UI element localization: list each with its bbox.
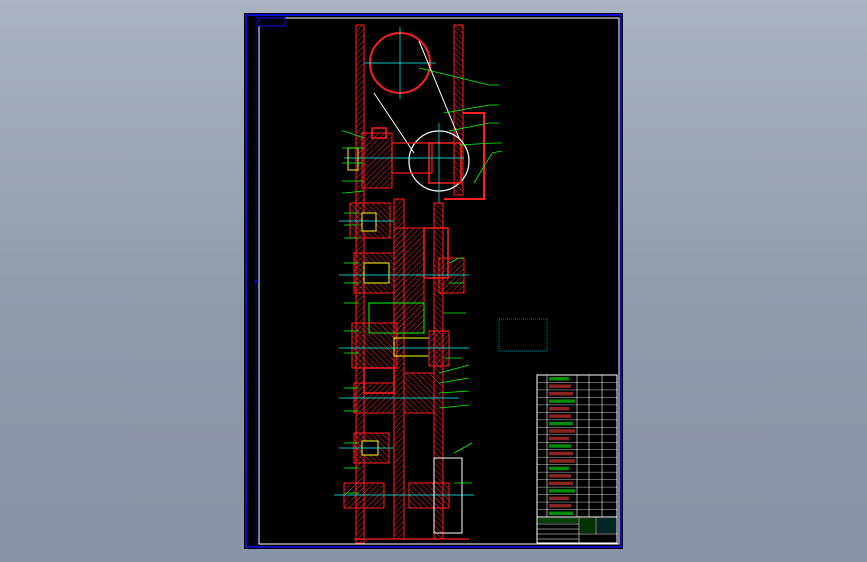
assembly-drawing — [245, 13, 622, 549]
parts-list-entry — [549, 406, 569, 411]
parts-list-entry — [549, 399, 575, 403]
parts-list-entry — [549, 444, 571, 448]
parts-list-entry — [549, 511, 573, 515]
technical-notes — [498, 318, 548, 352]
parts-list-entry — [549, 466, 569, 471]
parts-list-entry — [549, 504, 571, 508]
parts-list-entry — [549, 489, 575, 493]
parts-list-entry — [549, 436, 569, 441]
parts-list-entry — [549, 451, 573, 456]
parts-list — [536, 374, 618, 518]
title-block — [536, 516, 618, 544]
parts-list-entry — [549, 421, 573, 426]
drawing-sheet — [244, 13, 623, 549]
parts-list-entry — [549, 391, 573, 396]
parts-list-entry — [549, 429, 575, 433]
parts-list-entry — [549, 414, 571, 418]
parts-list-entry — [549, 481, 573, 486]
small-gear-1 — [339, 202, 394, 239]
parts-list-entry — [549, 496, 569, 501]
parts-list-entry — [549, 459, 575, 463]
title-tab — [258, 17, 286, 27]
parts-list-entry — [549, 377, 569, 381]
parts-list-entry — [549, 474, 571, 478]
cad-viewport[interactable] — [0, 0, 867, 562]
parts-list-entry — [549, 384, 571, 388]
